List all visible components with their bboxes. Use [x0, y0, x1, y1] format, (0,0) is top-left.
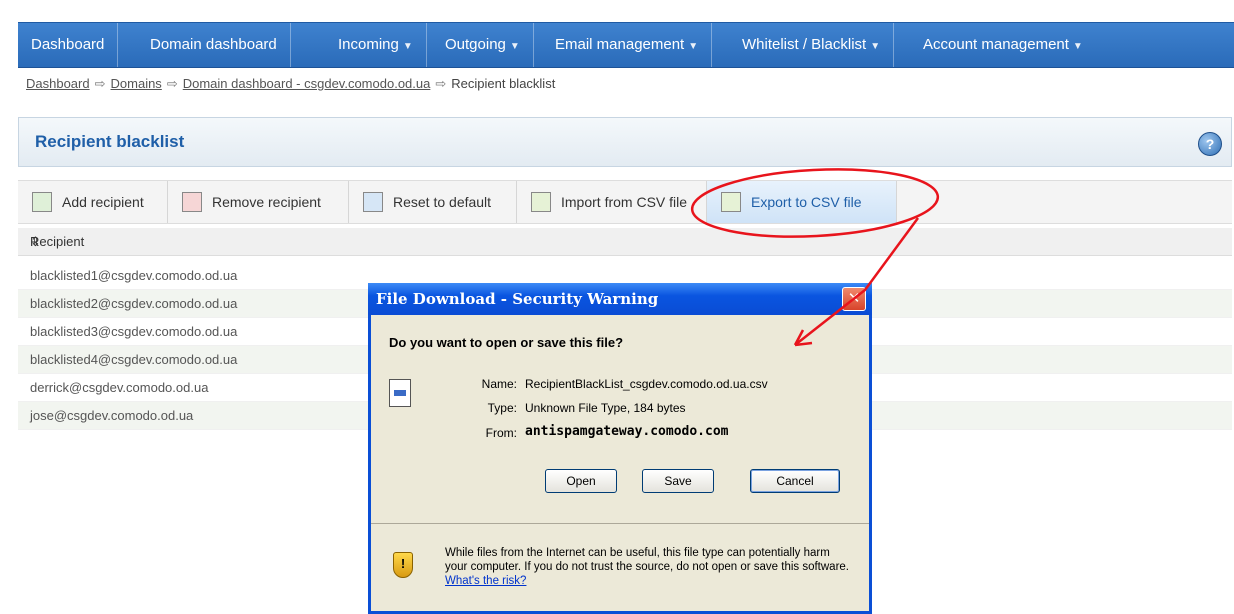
nav-outgoing[interactable]: Outgoing ▼ — [432, 23, 534, 67]
top-nav: Dashboard Domain dashboard Incoming ▼ Out… — [18, 22, 1234, 68]
add-recipient-button[interactable]: Add recipient — [18, 181, 168, 223]
dialog-body: Do you want to open or save this file? N… — [371, 315, 869, 523]
sort-icon[interactable]: ⇕ — [30, 234, 1226, 250]
breadcrumb: Dashboard ⇨ Domains ⇨ Domain dashboard - csg… — [26, 76, 555, 92]
help-icon[interactable]: ? — [1198, 132, 1222, 156]
open-button[interactable]: Open — [545, 469, 617, 493]
whats-the-risk-link[interactable]: What's the risk? — [445, 575, 526, 587]
breadcrumb-current: Recipient blacklist — [451, 76, 556, 91]
nav-dashboard[interactable]: Dashboard — [18, 23, 119, 67]
export-csv-button[interactable]: Export to CSV file — [707, 181, 897, 223]
chevron-down-icon: ▼ — [688, 41, 699, 52]
dialog-footer: ! While files from the Internet can be u… — [371, 524, 869, 614]
breadcrumb-domain-dashboard[interactable]: Domain dashboard - csgdev.comodo.od.ua — [183, 76, 431, 91]
nav-whitelist-blacklist[interactable]: Whitelist / Blacklist ▼ — [729, 23, 895, 67]
add-icon — [32, 192, 52, 212]
import-csv-button[interactable]: Import from CSV file — [517, 181, 707, 223]
nav-domain-dashboard[interactable]: Domain dashboard — [137, 23, 291, 67]
dialog-title-bar[interactable]: File Download - Security Warning ✕ — [368, 283, 872, 315]
nav-incoming[interactable]: Incoming ▼ — [325, 23, 427, 67]
chevron-down-icon: ▼ — [402, 41, 413, 52]
file-download-dialog: File Download - Security Warning ✕ Do yo… — [368, 283, 872, 614]
cancel-button[interactable]: Cancel — [750, 469, 840, 493]
table-header[interactable]: Recipient ⇕ — [18, 228, 1232, 256]
chevron-down-icon: ▼ — [509, 41, 520, 52]
breadcrumb-domains[interactable]: Domains — [111, 76, 162, 91]
chevron-down-icon: ▼ — [870, 41, 881, 52]
import-icon — [531, 192, 551, 212]
nav-account-management[interactable]: Account management ▼ — [910, 23, 1096, 67]
type-value: Unknown File Type, 184 bytes — [525, 401, 686, 415]
close-icon[interactable]: ✕ — [842, 287, 866, 311]
breadcrumb-dashboard[interactable]: Dashboard — [26, 76, 90, 91]
save-button[interactable]: Save — [642, 469, 714, 493]
remove-recipient-button[interactable]: Remove recipient — [168, 181, 349, 223]
toolbar: Add recipient Remove recipient Reset to … — [18, 180, 1232, 224]
from-value: antispamgateway.comodo.com — [525, 424, 729, 439]
name-label: Name: — [481, 377, 517, 391]
page-title: Recipient blacklist — [35, 132, 185, 151]
arrow-right-icon: ⇨ — [166, 76, 178, 91]
reset-to-default-button[interactable]: Reset to default — [349, 181, 517, 223]
export-icon — [721, 192, 741, 212]
arrow-right-icon: ⇨ — [94, 76, 106, 91]
name-value: RecipientBlackList_csgdev.comodo.od.ua.c… — [525, 377, 768, 391]
dialog-title: File Download - Security Warning — [376, 290, 659, 308]
nav-email-management[interactable]: Email management ▼ — [542, 23, 713, 67]
security-warning-text: While files from the Internet can be use… — [445, 547, 849, 587]
remove-icon — [182, 192, 202, 212]
panel-header: Recipient blacklist — [18, 117, 1232, 167]
from-label: From: — [485, 426, 517, 440]
arrow-right-icon: ⇨ — [435, 76, 447, 91]
type-label: Type: — [487, 401, 517, 415]
reset-icon — [363, 192, 383, 212]
dialog-question: Do you want to open or save this file? — [389, 335, 624, 350]
chevron-down-icon: ▼ — [1072, 41, 1083, 52]
warning-shield-icon: ! — [393, 552, 413, 578]
